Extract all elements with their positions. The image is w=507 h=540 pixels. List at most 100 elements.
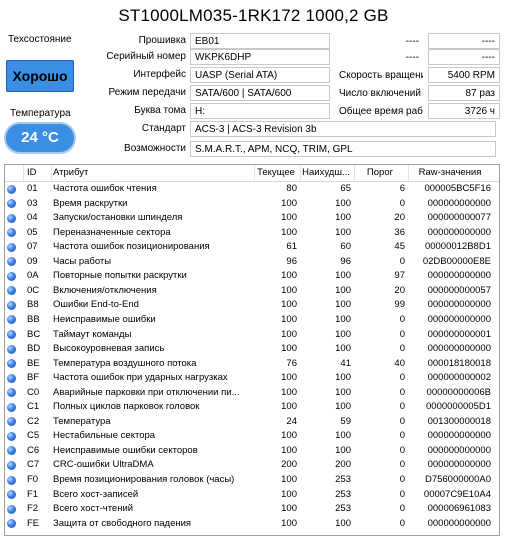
attr-name: Переназначенные сектора [53, 226, 171, 238]
status-dot-icon [7, 504, 16, 514]
attr-raw: 000000000000 [427, 444, 491, 456]
attr-id: 0C [27, 284, 40, 296]
attr-raw: 000000000077 [427, 212, 491, 224]
attr-id: BB [27, 313, 40, 325]
attr-raw: 0000000005D1 [426, 401, 491, 413]
attr-raw: 000006961083 [427, 503, 491, 515]
table-row[interactable]: C1 Полных циклов парковок головок 100 100 0 0… [5, 400, 499, 415]
table-row[interactable]: F1 Всего хост-записей 100 253 0 00007C9E10A4 [5, 488, 499, 503]
info-value-field[interactable]: S.M.A.R.T., APM, NCQ, TRIM, GPL [190, 141, 496, 157]
status-dot-icon [7, 446, 16, 456]
info-label: Серийный номер [106, 51, 186, 62]
table-row[interactable]: BF Частота ошибок при ударных нагрузках 10… [5, 371, 499, 386]
attr-raw: 000000000000 [427, 226, 491, 238]
attr-threshold: 45 [394, 241, 405, 253]
info-value-field[interactable]: 87 раз [428, 85, 500, 101]
info-label: Возможности [124, 143, 186, 154]
table-row[interactable]: BC Таймаут команды 100 100 0 000000000001 [5, 328, 499, 343]
info-value-field[interactable]: 5400 RPM [428, 67, 500, 83]
status-dot-icon [7, 490, 16, 500]
status-dot-icon [7, 388, 16, 398]
table-row[interactable]: B8 Ошибки End-to-End 100 100 99 000000000000 [5, 298, 499, 313]
header-current[interactable]: Текущее [255, 165, 297, 181]
attr-raw: 000000000000 [427, 459, 491, 471]
attr-name: Таймаут команды [53, 328, 132, 340]
info-value-field[interactable]: SATA/600 | SATA/600 [190, 85, 330, 101]
table-row[interactable]: 09 Часы работы 96 96 0 02DB00000E8E [5, 255, 499, 270]
table-row[interactable]: FE Защита от свободного падения 100 100 0 000… [5, 517, 499, 532]
attr-worst: 253 [335, 503, 351, 515]
table-row[interactable]: BE Температура воздушного потока 76 41 40 000… [5, 357, 499, 372]
table-row[interactable]: 07 Частота ошибок позиционирования 61 60 45 0… [5, 240, 499, 255]
table-row[interactable]: F0 Время позиционирования головок (часы) 1… [5, 473, 499, 488]
table-row[interactable]: 03 Время раскрутки 100 100 0 000000000000 [5, 197, 499, 212]
attr-name: Частота ошибок при ударных нагрузках [53, 372, 228, 384]
header-threshold[interactable]: Порог [355, 165, 405, 181]
attr-threshold: 20 [394, 284, 405, 296]
table-row[interactable]: C0 Аварийные парковки при отключении пи..… [5, 386, 499, 401]
table-row[interactable]: BB Неисправимые ошибки 100 100 0 000000000000 [5, 313, 499, 328]
status-dot-icon [7, 417, 16, 427]
table-row[interactable]: 0A Повторные попытки раскрутки 100 100 97 000… [5, 269, 499, 284]
header-worst[interactable]: Наихудш... [301, 165, 351, 181]
status-dot-icon [7, 460, 16, 470]
attr-id: F2 [27, 503, 39, 515]
table-row[interactable]: F2 Всего хост-чтений 100 253 0 000006961083 [5, 502, 499, 517]
attr-worst: 96 [340, 255, 351, 267]
info-value-field[interactable]: WKPK6DHP [190, 49, 330, 65]
temperature-badge[interactable]: 24 °C [4, 122, 76, 154]
table-row[interactable]: BD Высокоуровневая запись 100 100 0 000000000… [5, 342, 499, 357]
attr-worst: 41 [340, 357, 351, 369]
attr-id: 04 [27, 212, 38, 224]
status-dot-icon [7, 257, 16, 267]
attr-current: 100 [281, 270, 297, 282]
table-row[interactable]: 01 Частота ошибок чтения 80 65 6 000005BC5F16 [5, 182, 499, 197]
attr-worst: 100 [335, 313, 351, 325]
smart-attributes-table[interactable]: ID Атрибут Текущее Наихудш... Порог Raw-… [4, 164, 500, 536]
info-value-field[interactable]: H: [190, 103, 330, 119]
attr-name: Часы работы [53, 255, 112, 267]
status-cell [7, 517, 19, 534]
table-row[interactable]: C5 Нестабильные сектора 100 100 0 00000000000… [5, 429, 499, 444]
attr-current: 100 [281, 343, 297, 355]
info-value-field[interactable]: ---- [428, 49, 500, 65]
info-label: Режим передачи [108, 87, 186, 98]
info-label: ---- [405, 36, 419, 47]
table-row[interactable]: C2 Температура 24 59 0 001300000018 [5, 415, 499, 430]
header-id[interactable]: ID [27, 165, 49, 181]
info-label: Прошивка [138, 35, 186, 46]
attr-raw: 00000012B8D1 [424, 241, 491, 253]
info-label: Скорость вращения [339, 70, 424, 81]
table-row[interactable]: 0C Включения/отключения 100 100 20 0000000000… [5, 284, 499, 299]
attr-raw: 001300000018 [427, 415, 491, 427]
attr-threshold: 0 [399, 386, 405, 398]
attr-id: C5 [27, 430, 40, 442]
attr-raw: 000000000000 [427, 517, 491, 529]
table-row[interactable]: 05 Переназначенные сектора 100 100 36 0000000… [5, 226, 499, 241]
table-row[interactable]: C7 CRC-ошибки UltraDMA 200 200 0 000000000000 [5, 458, 499, 473]
info-value-field[interactable]: ---- [428, 33, 500, 49]
info-label: Стандарт [141, 123, 186, 134]
attr-raw: 000000000000 [427, 313, 491, 325]
status-dot-icon [7, 228, 16, 238]
table-row[interactable]: C6 Неисправимые ошибки секторов 100 100 0 000… [5, 444, 499, 459]
info-value-field[interactable]: ACS-3 | ACS-3 Revision 3b [190, 121, 496, 137]
attr-id: 07 [27, 241, 38, 253]
info-label: Число включений [339, 88, 421, 99]
header-attribute[interactable]: Атрибут [53, 165, 253, 181]
attr-id: C6 [27, 444, 40, 456]
info-value-field[interactable]: 3726 ч [428, 103, 500, 119]
status-dot-icon [7, 213, 16, 223]
table-row[interactable]: 04 Запуски/остановки шпинделя 100 100 20 0000… [5, 211, 499, 226]
attr-id: C2 [27, 415, 40, 427]
attr-id: B8 [27, 299, 39, 311]
info-value-field[interactable]: UASP (Serial ATA) [190, 67, 330, 83]
info-value-field[interactable]: EB01 [190, 33, 330, 49]
header-raw[interactable]: Raw-значения [409, 165, 491, 181]
attr-id: BE [27, 357, 40, 369]
status-dot-icon [7, 300, 16, 310]
health-status-button[interactable]: Хорошо [6, 60, 74, 92]
status-dot-icon [7, 199, 16, 209]
attr-threshold: 0 [399, 372, 405, 384]
attr-raw: 00007C9E10A4 [423, 488, 491, 500]
